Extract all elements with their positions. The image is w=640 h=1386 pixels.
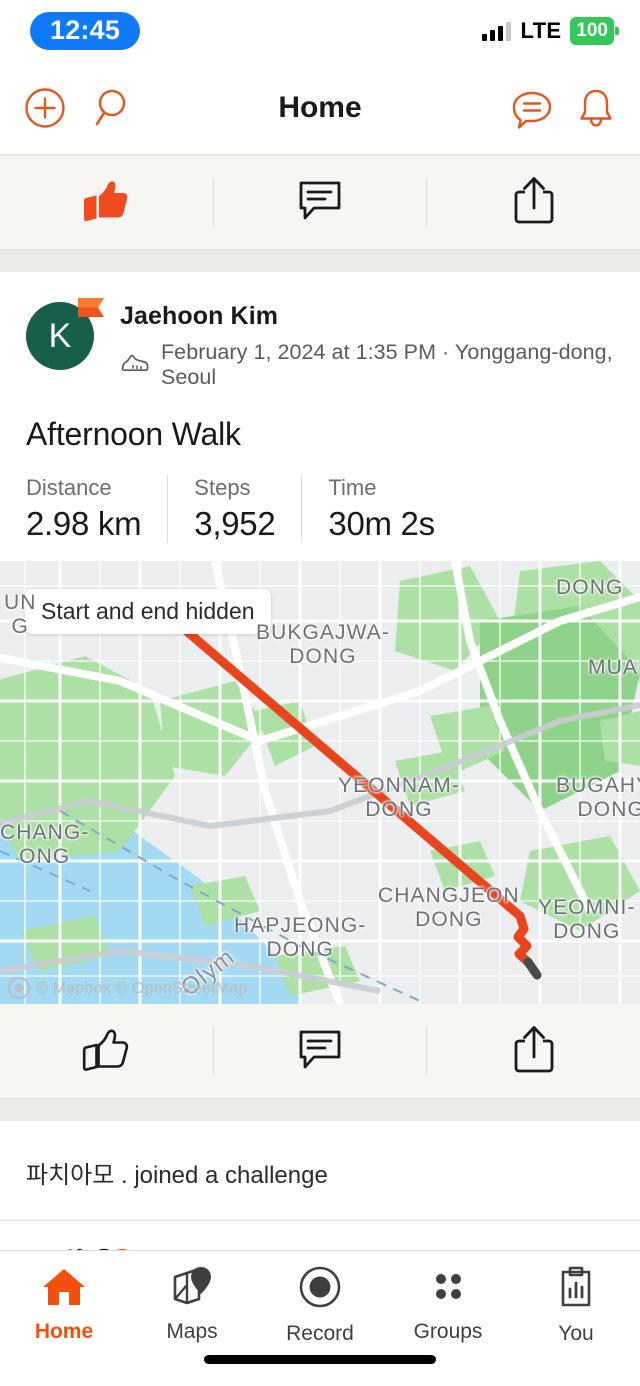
- search-icon[interactable]: [90, 87, 130, 129]
- comment-button-bottom[interactable]: [214, 1004, 427, 1098]
- clipboard-chart-icon: [555, 1265, 597, 1314]
- athlete-name[interactable]: Jaehoon Kim: [120, 302, 614, 331]
- share-button-top[interactable]: [427, 156, 640, 249]
- challenge-activity-text[interactable]: 파치아모 . joined a challenge: [0, 1121, 640, 1221]
- share-button-bottom[interactable]: [427, 1004, 640, 1098]
- mapbox-logo-icon: [8, 977, 30, 999]
- tab-record[interactable]: Record: [256, 1265, 384, 1346]
- kudos-button-top[interactable]: [0, 156, 213, 249]
- comment-icon: [295, 1026, 345, 1077]
- activity-card: K Jaehoon Kim February 1, 2024 at 1:35 P…: [0, 272, 640, 1004]
- thumbs-up-filled-icon: [81, 176, 131, 229]
- avatar[interactable]: K: [26, 298, 104, 370]
- stat-steps: Steps 3,952: [167, 475, 301, 543]
- stat-label: Time: [328, 475, 377, 500]
- kudos-button-bottom[interactable]: [0, 1004, 213, 1098]
- stat-value: 3,952: [194, 505, 276, 542]
- stat-label: Steps: [194, 475, 251, 500]
- tab-maps[interactable]: Maps: [128, 1265, 256, 1344]
- top-action-bar: [0, 155, 640, 250]
- activity-meta-row: February 1, 2024 at 1:35 PM · Yonggang-d…: [120, 340, 614, 390]
- record-icon: [298, 1265, 342, 1314]
- map-attribution: © Mapbox © OpenStreetMap: [36, 980, 248, 997]
- walking-shoe-icon: [120, 352, 150, 379]
- tab-you[interactable]: You: [512, 1265, 640, 1346]
- comment-icon: [295, 177, 345, 228]
- status-time-pill: 12:45: [30, 12, 141, 50]
- share-icon: [512, 175, 556, 230]
- battery-indicator: 100: [570, 17, 614, 45]
- stat-time: Time 30m 2s: [301, 475, 460, 543]
- status-bar: 12:45 LTE 100: [0, 0, 640, 62]
- privacy-badge: Start and end hidden: [25, 589, 271, 634]
- groups-dots-icon: [426, 1265, 470, 1312]
- comment-button-top[interactable]: [214, 156, 427, 249]
- signal-bars-icon: [482, 21, 512, 41]
- status-right-cluster: LTE 100: [482, 17, 614, 45]
- stat-label: Distance: [26, 475, 112, 500]
- tab-label: Maps: [166, 1320, 218, 1343]
- map-pin-icon: [169, 1265, 215, 1312]
- tab-groups[interactable]: Groups: [384, 1265, 512, 1344]
- stat-distance: Distance 2.98 km: [26, 475, 167, 543]
- tab-home[interactable]: Home: [0, 1265, 128, 1344]
- bottom-tab-bar: Home Maps Record Groups You: [0, 1250, 640, 1386]
- home-indicator: [204, 1355, 436, 1364]
- bell-icon[interactable]: [576, 86, 616, 130]
- chat-bubble-icon[interactable]: [510, 87, 554, 129]
- activity-meta: February 1, 2024 at 1:35 PM · Yonggang-d…: [161, 340, 613, 389]
- feed-separator-band: [0, 1099, 640, 1121]
- tab-label: Home: [34, 1320, 94, 1343]
- plus-circle-icon[interactable]: [24, 87, 66, 129]
- home-icon: [41, 1265, 87, 1312]
- bottom-action-bar: [0, 1004, 640, 1099]
- header-right-actions: [510, 86, 616, 130]
- network-type-label: LTE: [520, 18, 562, 43]
- stat-value: 30m 2s: [328, 505, 435, 542]
- app-header: Home: [0, 62, 640, 155]
- feed-separator-band: [0, 250, 640, 272]
- activity-header-text: Jaehoon Kim February 1, 2024 at 1:35 PM …: [98, 298, 614, 390]
- activity-title[interactable]: Afternoon Walk: [0, 390, 640, 453]
- flag-badge-icon: [74, 294, 108, 329]
- activity-map[interactable]: Start and end hidden DONG UN G BUKGAJWA-…: [0, 561, 640, 1004]
- tab-label: Record: [286, 1322, 354, 1345]
- activity-stats: Distance 2.98 km Steps 3,952 Time 30m 2s: [0, 453, 640, 561]
- thumbs-up-outline-icon: [81, 1025, 131, 1078]
- share-icon: [512, 1024, 556, 1079]
- activity-header: K Jaehoon Kim February 1, 2024 at 1:35 P…: [0, 272, 640, 390]
- tab-label: Groups: [413, 1320, 483, 1343]
- tab-label: You: [558, 1322, 594, 1345]
- header-left-actions: [24, 87, 130, 129]
- stat-value: 2.98 km: [26, 505, 142, 542]
